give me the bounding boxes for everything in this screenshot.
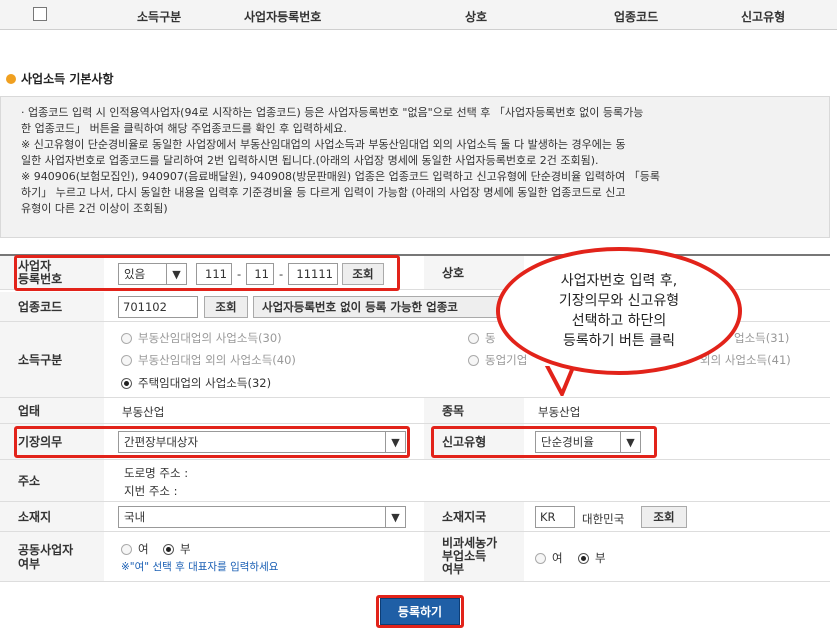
address-label: 주소 [0,460,104,501]
select-all-checkbox[interactable] [33,7,47,21]
country-label: 소재지국 [424,502,524,531]
col-report-type: 신고유형 [741,10,786,24]
callout-line: 선택하고 하단의 [571,313,667,329]
lot-address: 지번 주소 : [124,484,178,498]
income-type-label: 소득구분 [0,322,104,397]
chevron-down-icon: ▼ [385,507,405,527]
industry-lookup-button[interactable]: 조회 [204,296,248,318]
country-name: 대한민국 [582,512,625,526]
industry-code-input[interactable]: 701102 [118,296,198,318]
notice-line: 유형이 다른 2건 이상이 조회됨) [21,202,168,215]
nontax-no-radio[interactable]: 부 [578,550,606,566]
callout-line: 사업자번호 입력 후, [560,273,678,289]
country-code-input[interactable]: KR [535,506,575,528]
row-location: 소재지 국내 ▼ 소재지국 KR 대한민국 조회 [0,502,830,532]
location-label: 소재지 [0,502,104,531]
col-shop: 상호 [465,10,488,24]
section-title: 사업소득 기본사항 [6,70,114,87]
nontax-label: 비과세농가 부업소득 여부 [424,532,524,581]
income-radio-partial-2[interactable]: 동업기업 [468,352,527,368]
highlight-report-type [431,426,657,458]
nobiz-industry-button[interactable]: 사업자등록번호 없이 등록 가능한 업종코 [253,296,503,318]
joint-yes-radio[interactable]: 여 [121,541,149,557]
income-option-31: 업소득(31) [734,331,790,345]
nontax-yes-radio[interactable]: 여 [535,550,563,566]
col-income-type: 소득구분 [137,10,182,24]
notice-line: ※ 신고유형이 단순경비율로 동일한 사업장에서 부동산임대업의 사업소득과 부… [21,138,626,151]
highlight-bookkeeping [14,426,410,458]
notice-line: 한 업종코드」 버튼을 클릭하여 해당 주업종코드를 확인 후 입력하세요. [21,122,347,135]
road-address: 도로명 주소 : [124,466,189,480]
income-radio-32[interactable]: 주택임대업의 사업소득(32) [121,375,271,391]
income-option-41: 외의 사업소득(41) [700,353,791,367]
highlight-bizno [14,255,400,291]
joint-label: 공동사업자 여부 [0,532,104,581]
notice-line: ※ 940906(보험모집인), 940907(음료배달원), 940908(방… [21,170,660,183]
col-industry-code: 업종코드 [614,10,659,24]
item-label: 종목 [424,398,524,423]
notice-box: · 업종코드 입력 시 인적용역사업자(94로 시작하는 업종코드) 등은 사업… [0,96,830,238]
income-radio-30[interactable]: 부동산임대업의 사업소득(30) [121,330,282,346]
callout-bubble: 사업자번호 입력 후, 기장의무와 신고유형 선택하고 하단의 등록하기 버튼 … [496,247,742,375]
notice-line: 하기」 누르고 나서, 다시 동일한 내용을 입력후 기준경비율 등 다르게 입… [21,186,626,199]
row-address: 주소 도로명 주소 : 지번 주소 : [0,460,830,502]
income-radio-partial-1[interactable]: 동 [468,330,496,346]
industry-label: 업종코드 [0,292,104,321]
notice-line: · 업종코드 입력 시 인적용역사업자(94로 시작하는 업종코드) 등은 사업… [21,106,644,119]
callout-line: 등록하기 버튼 클릭 [563,333,675,349]
bullet-icon [6,74,16,84]
country-lookup-button[interactable]: 조회 [641,506,687,528]
item-value: 부동산업 [538,405,581,419]
register-button[interactable]: 등록하기 [380,598,460,625]
table-header: 소득구분 사업자등록번호 상호 업종코드 신고유형 [0,0,837,30]
callout-line: 기장의무와 신고유형 [558,293,680,309]
joint-no-radio[interactable]: 부 [163,541,191,557]
row-joint: 공동사업자 여부 여 부 ※"여" 선택 후 대표자를 입력하세요 비과세농가 부업… [0,532,830,582]
notice-line: 일한 사업자번호로 업종코드를 달리하여 2번 입력하시면 됩니다.(아래의 사… [21,154,599,167]
col-bizno: 사업자등록번호 [244,10,322,24]
row-biztype: 업태 부동산업 종목 부동산업 [0,398,830,424]
biztype-label: 업태 [0,398,104,423]
location-select[interactable]: 국내 ▼ [118,506,406,528]
income-radio-40[interactable]: 부동산임대업 외의 사업소득(40) [121,352,296,368]
joint-hint: ※"여" 선택 후 대표자를 입력하세요 [121,561,279,573]
biztype-value: 부동산업 [122,405,165,419]
